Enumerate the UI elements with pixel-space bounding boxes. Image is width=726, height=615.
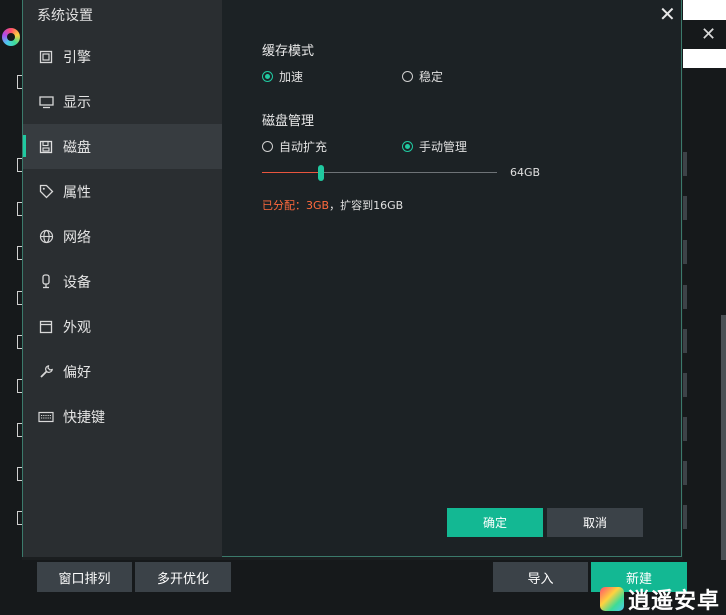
cache-mode-title: 缓存模式 — [262, 44, 315, 59]
row-action-button[interactable] — [683, 373, 687, 397]
row-action-button[interactable] — [683, 417, 687, 441]
import-button[interactable]: 导入 — [493, 562, 588, 592]
row-action-button[interactable] — [683, 329, 687, 353]
multi-open-optimize-button[interactable]: 多开优化 — [135, 562, 231, 592]
cpu-icon — [38, 49, 54, 65]
radio-label: 加速 — [279, 70, 304, 84]
watermark: 逍遥安卓 — [600, 583, 720, 615]
radio-dot — [262, 71, 273, 82]
radio-label: 手动管理 — [419, 140, 468, 154]
nav-label: 磁盘 — [63, 139, 91, 156]
watermark-text: 逍遥安卓 — [628, 589, 721, 614]
row-action-button[interactable] — [683, 505, 687, 529]
nav-label: 快捷键 — [63, 409, 105, 426]
radio-label: 稳定 — [419, 70, 444, 84]
disk-manual-radio[interactable]: 手动管理 — [402, 138, 467, 155]
row-action-button[interactable] — [683, 285, 687, 309]
confirm-button[interactable]: 确定 — [447, 508, 543, 537]
dialog-title: 系统设置 — [37, 8, 93, 24]
cache-fast-radio[interactable]: 加速 — [262, 68, 303, 85]
cache-stable-radio[interactable]: 稳定 — [402, 68, 443, 85]
scrollbar-thumb[interactable] — [721, 315, 726, 560]
allocated-text: 已分配：3GB — [262, 199, 330, 212]
background-app-right-column — [683, 0, 726, 560]
nav-label: 外观 — [63, 319, 91, 336]
radio-label: 自动扩充 — [279, 140, 328, 154]
disk-management-title: 磁盘管理 — [262, 114, 315, 129]
nav-item-shortcuts[interactable]: 快捷键 — [23, 394, 222, 439]
wrench-icon — [38, 364, 54, 380]
nav-label: 网络 — [63, 229, 91, 246]
nav-item-appearance[interactable]: 外观 — [23, 304, 222, 349]
watermark-logo-icon — [600, 587, 624, 611]
row-action-button[interactable] — [683, 196, 687, 220]
disk-size-slider-fill — [262, 172, 321, 173]
nav-item-engine[interactable]: 引擎 — [23, 34, 222, 79]
device-icon — [38, 274, 54, 290]
settings-content: 缓存模式 加速 稳定 磁盘管理 自动扩充 手动管理 64GB 已分配：3GB，扩… — [222, 0, 681, 557]
nav-label: 设备 — [63, 274, 91, 291]
disk-size-max-label: 64GB — [510, 166, 541, 179]
nav-item-disk[interactable]: 磁盘 — [23, 124, 222, 169]
monitor-icon — [38, 94, 54, 110]
nav-item-network[interactable]: 网络 — [23, 214, 222, 259]
radio-dot — [402, 141, 413, 152]
row-action-button[interactable] — [683, 461, 687, 485]
window-icon — [38, 319, 54, 335]
nav-label: 引擎 — [63, 49, 91, 66]
disk-allocation-text: 已分配：3GB，扩容到16GB — [262, 197, 403, 213]
nav-item-properties[interactable]: 属性 — [23, 169, 222, 214]
settings-dialog: 系统设置 引擎 显示 磁盘 属性 网络 设备 外观 偏好 快捷键 ✕ 缓存模式 … — [22, 0, 682, 557]
keyboard-icon — [38, 409, 54, 425]
radio-dot — [262, 141, 273, 152]
radio-dot — [402, 71, 413, 82]
nav-label: 显示 — [63, 94, 91, 111]
app-logo-icon — [2, 28, 20, 46]
disk-icon — [38, 139, 54, 155]
disk-auto-expand-radio[interactable]: 自动扩充 — [262, 138, 327, 155]
globe-icon — [38, 229, 54, 245]
nav-item-device[interactable]: 设备 — [23, 259, 222, 304]
row-action-button[interactable] — [683, 152, 687, 176]
tag-icon — [38, 184, 54, 200]
nav-item-display[interactable]: 显示 — [23, 79, 222, 124]
nav-item-preferences[interactable]: 偏好 — [23, 349, 222, 394]
window-arrange-button[interactable]: 窗口排列 — [37, 562, 132, 592]
nav-label: 偏好 — [63, 364, 91, 381]
cancel-button[interactable]: 取消 — [547, 508, 643, 537]
settings-sidebar: 系统设置 引擎 显示 磁盘 属性 网络 设备 外观 偏好 快捷键 — [23, 0, 222, 557]
close-icon[interactable]: ✕ — [701, 24, 716, 45]
disk-size-slider-thumb[interactable] — [318, 165, 324, 181]
nav-label: 属性 — [63, 184, 91, 201]
expand-text: ，扩容到16GB — [329, 199, 404, 212]
row-action-button[interactable] — [683, 240, 687, 264]
